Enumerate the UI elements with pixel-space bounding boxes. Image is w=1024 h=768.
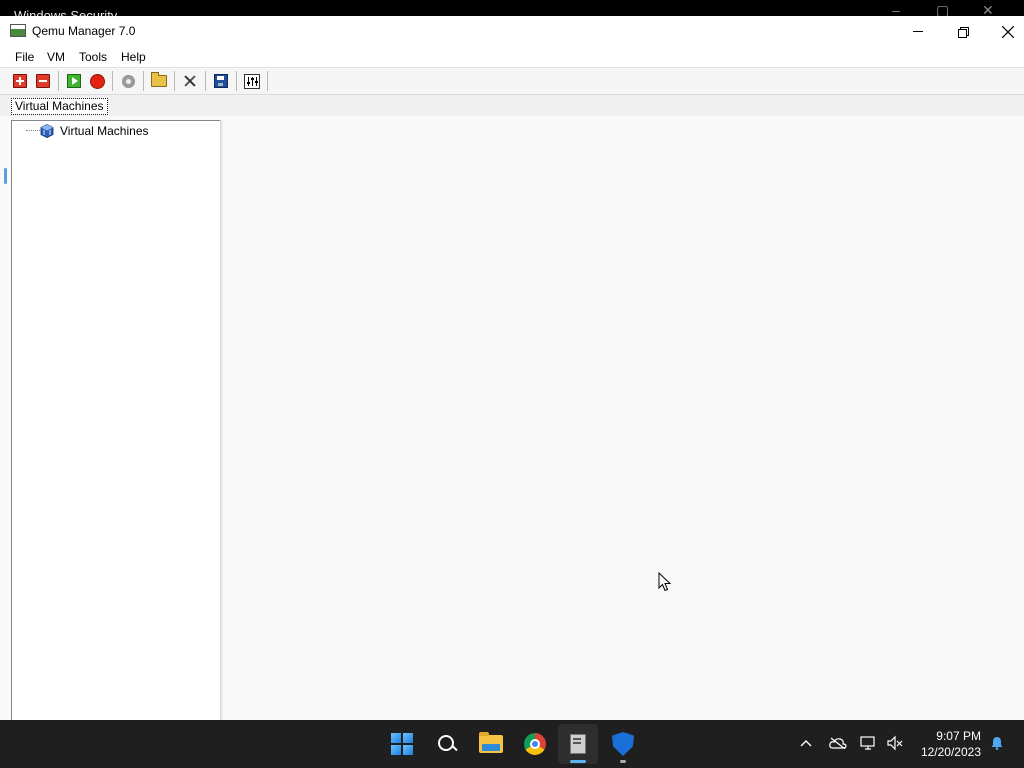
toolbar-separator — [267, 71, 268, 91]
clock-time: 9:07 PM — [936, 729, 981, 743]
system-clock[interactable]: 9:07 PM 12/20/2023 — [921, 728, 981, 760]
menu-bar: File VM Tools Help — [0, 47, 1024, 68]
qemu-manager-taskbar-button[interactable] — [558, 724, 598, 764]
open-folder-icon — [151, 72, 167, 87]
search-icon — [437, 734, 457, 754]
tab-row: Virtual Machines — [0, 95, 1024, 116]
toolbar-separator — [236, 71, 237, 91]
remove-vm-icon — [36, 74, 50, 88]
remove-vm-button[interactable] — [34, 72, 52, 90]
mouse-cursor-icon — [658, 572, 672, 592]
active-app-indicator — [570, 760, 586, 763]
file-explorer-icon — [479, 732, 503, 753]
start-button[interactable] — [382, 724, 422, 764]
network-icon — [860, 736, 875, 750]
start-vm-button[interactable] — [65, 72, 83, 90]
menu-help[interactable]: Help — [121, 50, 146, 64]
chrome-button[interactable] — [515, 724, 555, 764]
settings-mixer-icon — [244, 73, 260, 89]
toolbar-separator — [205, 71, 206, 91]
menu-file[interactable]: File — [15, 50, 34, 64]
title-bar[interactable]: Qemu Manager 7.0 — [0, 16, 1024, 47]
cloud-offline-icon — [829, 737, 847, 749]
windows-start-icon — [391, 733, 413, 755]
restore-icon — [958, 26, 969, 38]
tree-root-virtual-machines[interactable]: Virtual Machines — [60, 124, 149, 138]
network-button[interactable] — [858, 732, 880, 754]
windows-security-taskbar-button[interactable] — [603, 724, 643, 764]
chrome-icon — [524, 733, 546, 755]
app-icon — [10, 24, 26, 37]
taskbar: 9:07 PM 12/20/2023 — [0, 720, 1024, 768]
chevron-up-icon — [800, 740, 812, 747]
toolbar-separator — [58, 71, 59, 91]
start-icon — [67, 74, 81, 88]
toolbar-separator — [143, 71, 144, 91]
open-button[interactable] — [150, 72, 168, 90]
menu-tools[interactable]: Tools — [79, 50, 107, 64]
minimize-button[interactable] — [895, 16, 941, 47]
show-hidden-icons-button[interactable] — [795, 732, 817, 754]
clock-date: 12/20/2023 — [920, 745, 981, 759]
pane-splitter[interactable] — [220, 120, 223, 720]
background-window-title: Windows Security — [14, 8, 118, 16]
disc-icon — [121, 74, 135, 88]
onedrive-button[interactable] — [827, 732, 849, 754]
toolbar-separator — [174, 71, 175, 91]
file-explorer-button[interactable] — [471, 724, 511, 764]
volume-muted-icon — [887, 735, 903, 751]
search-button[interactable] — [427, 724, 467, 764]
window-edge-indicator — [4, 168, 7, 184]
disc-button[interactable] — [119, 72, 137, 90]
close-button[interactable] — [985, 16, 1024, 47]
toolbar-separator — [112, 71, 113, 91]
qemu-manager-icon — [568, 732, 588, 756]
background-window-controls: – ▢ ✕ — [892, 6, 994, 16]
notification-bell-icon[interactable] — [990, 736, 1004, 750]
qemu-manager-window: Qemu Manager 7.0 File VM Tools Help Virt… — [0, 16, 1024, 721]
window-title: Qemu Manager 7.0 — [32, 24, 136, 38]
tools-button[interactable] — [181, 72, 199, 90]
add-vm-icon — [13, 74, 27, 88]
save-icon — [214, 74, 228, 88]
virtual-machines-icon — [40, 124, 54, 138]
save-button[interactable] — [212, 72, 230, 90]
windows-security-shield-icon — [612, 732, 634, 756]
tab-virtual-machines[interactable]: Virtual Machines — [11, 98, 108, 115]
running-app-indicator — [620, 760, 626, 763]
volume-button[interactable] — [884, 732, 906, 754]
add-vm-button[interactable] — [11, 72, 29, 90]
menu-vm[interactable]: VM — [47, 50, 65, 64]
restore-button[interactable] — [940, 16, 986, 47]
toolbar — [0, 68, 1024, 95]
stop-icon — [89, 73, 105, 89]
vm-tree-view[interactable]: Virtual Machines — [11, 120, 221, 721]
stop-vm-button[interactable] — [88, 72, 106, 90]
tools-icon — [183, 74, 197, 88]
settings-button[interactable] — [243, 72, 261, 90]
minimize-icon — [913, 31, 923, 32]
close-icon — [1002, 25, 1014, 38]
